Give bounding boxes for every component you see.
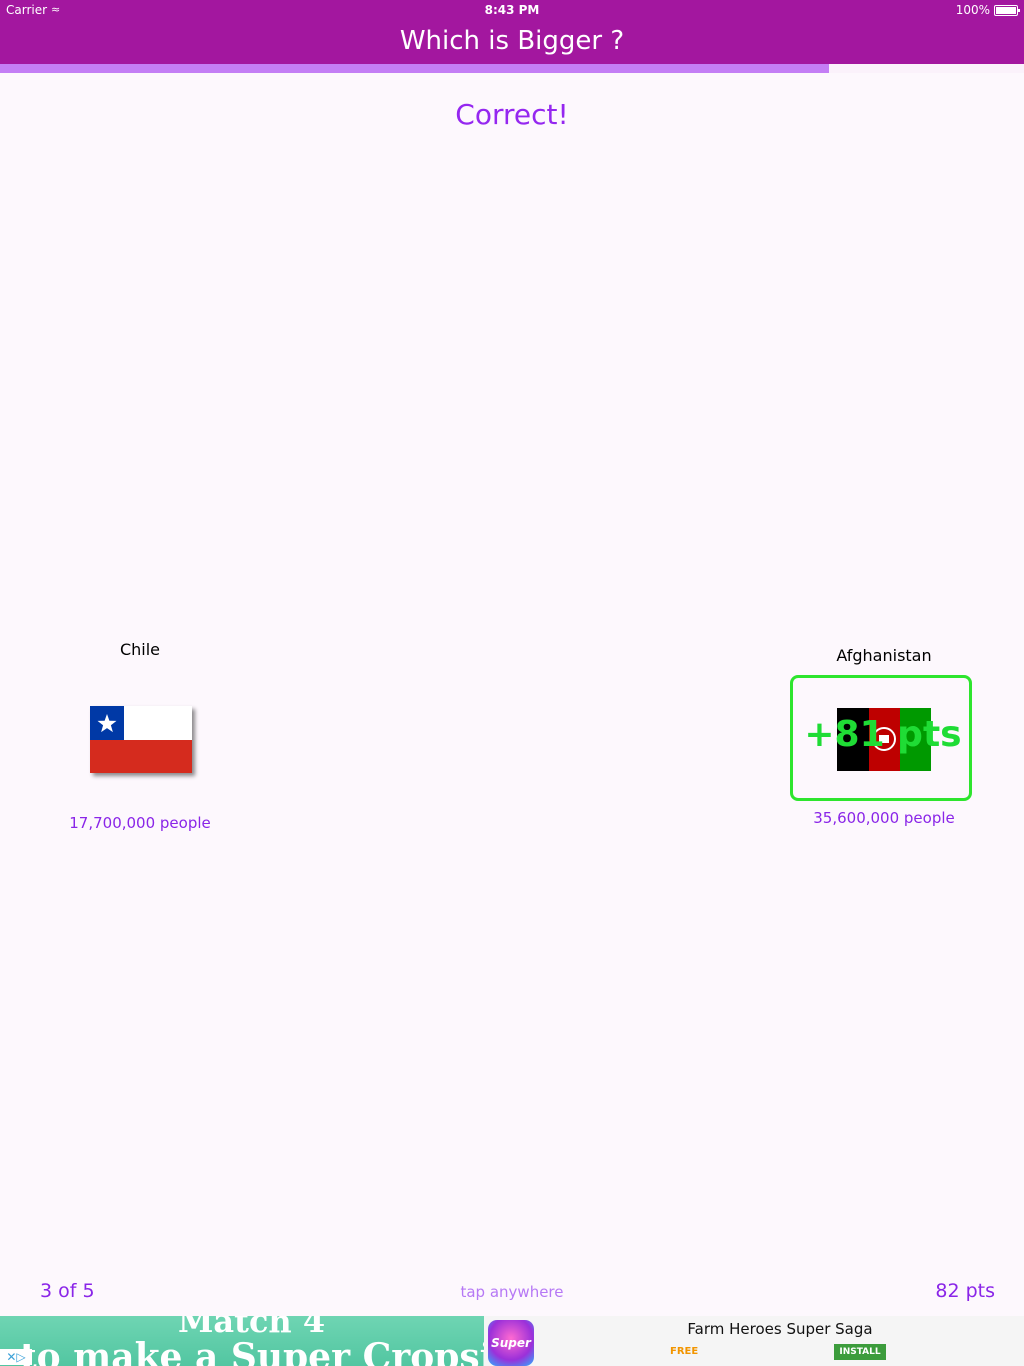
progress-bar-fill (0, 64, 830, 73)
ad-choices-icon[interactable]: ✕▷ (0, 1349, 32, 1365)
left-country-population: 17,700,000 people (69, 814, 211, 832)
nav-bar: Which is Bigger ? (0, 20, 1024, 64)
left-country-name: Chile (119, 640, 161, 659)
chile-flag-icon[interactable] (90, 706, 192, 773)
ad-creative-line2: to make a Super Cropsie (20, 1336, 484, 1366)
ad-price: FREE (670, 1346, 699, 1357)
tap-anywhere-hint[interactable]: tap anywhere (0, 1283, 1024, 1301)
battery-icon (994, 5, 1020, 16)
battery-percent: 100% (955, 3, 990, 17)
status-bar: Carrier ≈ 8:43 PM 100% (0, 0, 1024, 20)
score-total: 82 pts (935, 1280, 995, 1302)
ad-banner[interactable]: Match 4 to make a Super Cropsie Super Fa… (0, 1316, 1024, 1366)
progress-bar (0, 64, 1024, 73)
ad-title[interactable]: Farm Heroes Super Saga (580, 1320, 980, 1338)
status-time: 8:43 PM (484, 3, 540, 17)
right-country-population: 35,600,000 people (813, 809, 955, 827)
right-country-name: Afghanistan (836, 646, 932, 665)
app-icon[interactable]: Super (488, 1320, 534, 1366)
result-message: Correct! (455, 98, 569, 131)
page-title: Which is Bigger ? (399, 26, 625, 56)
points-award: +81 pts (804, 714, 962, 755)
ad-creative[interactable]: Match 4 to make a Super Cropsie (0, 1316, 484, 1366)
install-button[interactable]: INSTALL (834, 1344, 886, 1360)
